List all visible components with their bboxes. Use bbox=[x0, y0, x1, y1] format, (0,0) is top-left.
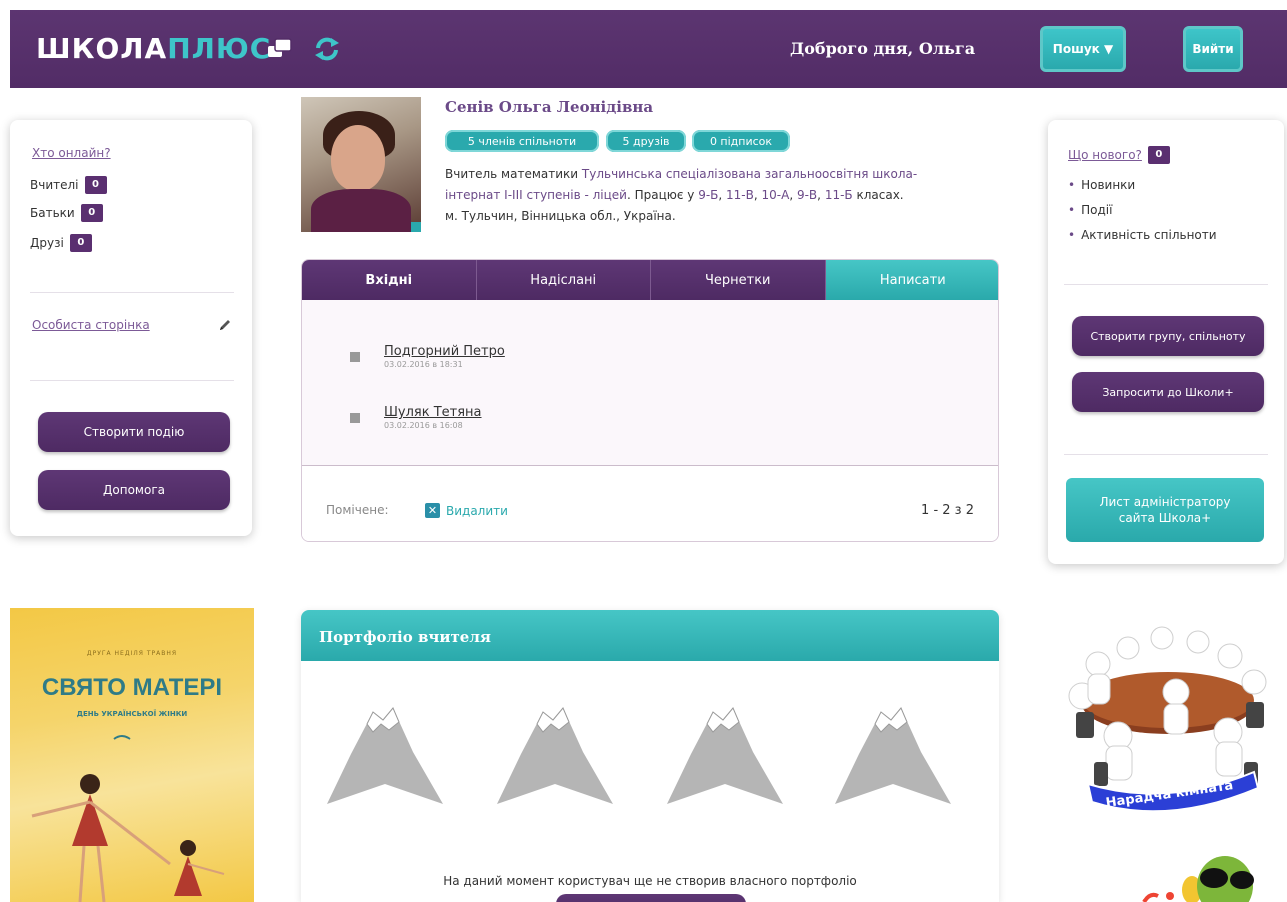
class-link[interactable]: 9-В bbox=[797, 188, 817, 202]
refresh-icon[interactable] bbox=[312, 34, 342, 64]
message-list: Подгорний Петро 03.02.2016 в 18:31 Шуляк… bbox=[302, 300, 998, 466]
divider bbox=[30, 292, 234, 293]
site-logo[interactable]: ШКОЛАПЛЮС bbox=[36, 32, 271, 65]
bio-works: . Працює у bbox=[626, 188, 699, 202]
class-link[interactable]: 11-В bbox=[726, 188, 754, 202]
message-date: 03.02.2016 в 18:31 bbox=[384, 360, 463, 369]
news-list: Новинки Події Активність спільноти bbox=[1068, 178, 1217, 253]
user-greeting: Доброго дня, Ольга bbox=[790, 39, 976, 58]
personal-page-link[interactable]: Особиста сторінка bbox=[32, 318, 150, 332]
message-checkbox[interactable] bbox=[350, 352, 360, 362]
pencil-icon[interactable] bbox=[218, 318, 232, 332]
tab-drafts[interactable]: Чернетки bbox=[651, 260, 826, 300]
count-badge: 0 bbox=[69, 234, 92, 252]
tab-inbox[interactable]: Вхідні bbox=[302, 260, 477, 300]
whats-new-link[interactable]: Що нового? bbox=[1068, 148, 1142, 162]
logout-button[interactable]: Вийти bbox=[1183, 26, 1243, 72]
image-placeholder-icon bbox=[497, 707, 613, 804]
profile-bio: Вчитель математики Тульчинська спеціаліз… bbox=[445, 167, 918, 223]
bio-position: Вчитель математики bbox=[445, 167, 582, 181]
portfolio-empty-message: На даний момент користувач ще не створив… bbox=[443, 874, 857, 888]
banner-date-text: ДРУГА НЕДІЛЯ ТРАВНЯ bbox=[86, 650, 178, 657]
image-placeholder-icon bbox=[667, 707, 783, 804]
divider bbox=[30, 380, 234, 381]
logo-main-text: ШКОЛА bbox=[36, 32, 168, 65]
marked-label: Помічене: bbox=[326, 503, 389, 517]
message-checkbox[interactable] bbox=[350, 413, 360, 423]
logo-accent-text: ПЛЮС bbox=[167, 32, 272, 65]
news-item-new[interactable]: Новинки bbox=[1068, 178, 1217, 203]
news-item-events[interactable]: Події bbox=[1068, 203, 1217, 228]
search-dropdown-button[interactable]: Пошук ▼ bbox=[1040, 26, 1126, 72]
messages-panel: Вхідні Надіслані Чернетки Написати Подго… bbox=[301, 259, 999, 542]
frog-banner[interactable] bbox=[1130, 850, 1280, 902]
messages-footer: Помічене: ✕ Видалити 1 - 2 з 2 bbox=[302, 467, 998, 541]
community-members-tag[interactable]: 5 членів спільноти bbox=[445, 130, 599, 152]
portfolio-title: Портфоліо вчителя bbox=[301, 610, 999, 661]
help-button[interactable]: Допомога bbox=[38, 470, 230, 510]
stat-label: Вчителі bbox=[30, 178, 79, 192]
divider bbox=[1064, 284, 1268, 285]
profile-avatar bbox=[301, 97, 421, 232]
count-badge: 0 bbox=[84, 176, 107, 194]
mother-daughter-illustration bbox=[31, 735, 225, 902]
news-item-activity[interactable]: Активність спільноти bbox=[1068, 228, 1216, 253]
top-navigation-bar: ШКОЛАПЛЮС Доброго дня, Ольга Пошук ▼ Вий… bbox=[10, 10, 1287, 88]
list-item: Шуляк Тетяна 03.02.2016 в 16:08 bbox=[350, 405, 482, 430]
meeting-room-banner[interactable]: Нарадча кімната bbox=[1058, 612, 1278, 812]
count-badge: 0 bbox=[1147, 146, 1170, 164]
create-group-button[interactable]: Створити групу, спільноту bbox=[1072, 316, 1264, 356]
online-friends-stat: Друзі 0 bbox=[30, 234, 92, 252]
message-sender[interactable]: Шуляк Тетяна bbox=[384, 405, 482, 420]
banner-subtitle: ДЕНЬ УКРАЇНСЬКОЇ ЖІНКИ bbox=[76, 710, 188, 718]
class-link[interactable]: 9-Б bbox=[698, 188, 718, 202]
create-portfolio-button[interactable] bbox=[556, 894, 746, 902]
right-sidebar: Що нового? 0 Новинки Події Активність сп… bbox=[1048, 120, 1284, 564]
tab-sent[interactable]: Надіслані bbox=[476, 260, 651, 300]
left-sidebar: Хто онлайн? Вчителі 0 Батьки 0 Друзі 0 О… bbox=[10, 120, 252, 536]
message-date: 03.02.2016 в 16:08 bbox=[384, 421, 463, 430]
delete-label: Видалити bbox=[446, 503, 508, 518]
image-placeholder-icon bbox=[327, 707, 443, 804]
messages-tabs: Вхідні Надіслані Чернетки Написати bbox=[302, 260, 998, 300]
create-event-button[interactable]: Створити подію bbox=[38, 412, 230, 452]
class-link[interactable]: 11-Б bbox=[825, 188, 853, 202]
subscriptions-tag[interactable]: 0 підписок bbox=[692, 130, 790, 152]
count-badge: 0 bbox=[80, 204, 103, 222]
online-parents-stat: Батьки 0 bbox=[30, 204, 103, 222]
admin-letter-button[interactable]: Лист адміністратору сайта Школа+ bbox=[1066, 478, 1264, 542]
banner-title: СВЯТО МАТЕРІ bbox=[41, 674, 223, 701]
delete-button[interactable]: ✕ Видалити bbox=[425, 503, 508, 518]
profile-name: Сенів Ольга Леонідівна bbox=[445, 98, 654, 116]
profile-location: м. Тульчин, Вінницька обл., Україна. bbox=[445, 209, 676, 223]
image-placeholder-icon bbox=[835, 707, 951, 804]
class-link[interactable]: 10-А bbox=[762, 188, 790, 202]
close-icon: ✕ bbox=[425, 503, 440, 518]
whats-new-row: Що нового? 0 bbox=[1068, 146, 1170, 164]
list-item: Подгорний Петро 03.02.2016 в 18:31 bbox=[350, 344, 505, 369]
mothers-day-banner[interactable]: ДРУГА НЕДІЛЯ ТРАВНЯ СВЯТО МАТЕРІ ДЕНЬ УК… bbox=[10, 608, 254, 902]
message-sender[interactable]: Подгорний Петро bbox=[384, 344, 505, 359]
who-online-link[interactable]: Хто онлайн? bbox=[32, 146, 111, 160]
tab-compose[interactable]: Написати bbox=[825, 260, 998, 300]
pagination-info: 1 - 2 з 2 bbox=[921, 503, 974, 518]
portfolio-section: Портфоліо вчителя На даний момент корист… bbox=[301, 610, 999, 902]
friends-tag[interactable]: 5 друзів bbox=[606, 130, 686, 152]
online-teachers-stat: Вчителі 0 bbox=[30, 176, 107, 194]
divider bbox=[1064, 454, 1268, 455]
stat-label: Друзі bbox=[30, 236, 64, 250]
stat-label: Батьки bbox=[30, 206, 75, 220]
bio-classes-suffix: класах. bbox=[852, 188, 904, 202]
invite-button[interactable]: Запросити до Школи+ bbox=[1072, 372, 1264, 412]
messages-icon[interactable] bbox=[265, 34, 295, 64]
